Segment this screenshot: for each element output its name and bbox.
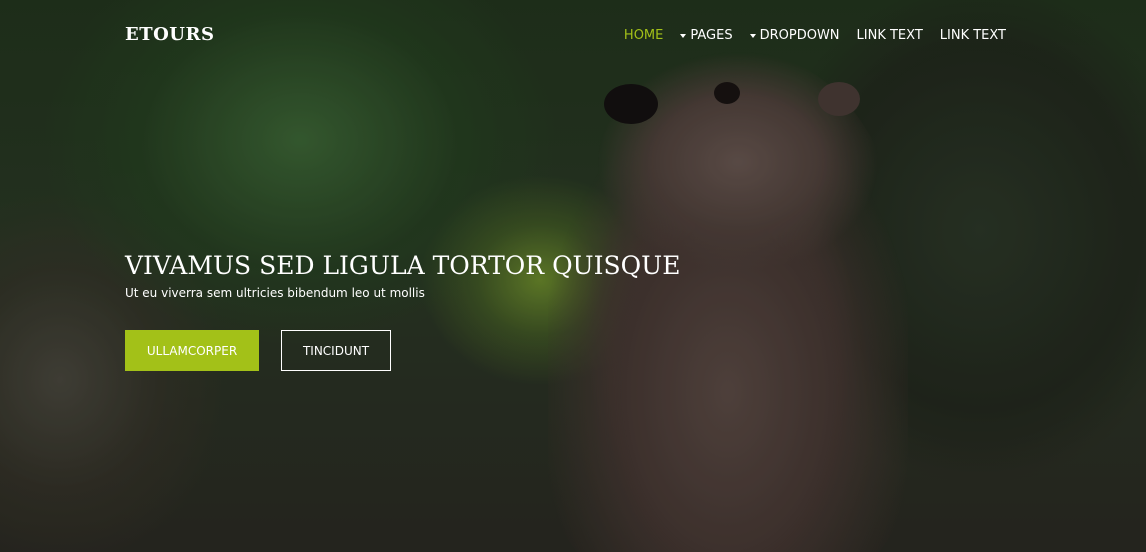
nav-home-label: HOME [623,28,664,43]
main-nav: HOME PAGES DROPDOWN LINK TEXT LINK TEXT [624,28,1006,43]
nav-link-text-1-label: LINK TEXT [856,28,923,43]
nav-home[interactable]: HOME [624,28,663,43]
hero-title: VIVAMUS SED LIGULA TORTOR QUISQUE [125,251,681,280]
ullamcorper-button[interactable]: ULLAMCORPER [125,330,259,371]
nav-pages[interactable]: PAGES [680,28,733,43]
nav-dropdown-label: DROPDOWN [759,28,840,43]
navbar: ETOURS HOME PAGES DROPDOWN LINK TEXT LIN… [0,0,1146,72]
hero-subtitle: Ut eu viverra sem ultricies bibendum leo… [125,286,425,300]
nav-dropdown[interactable]: DROPDOWN [749,28,840,43]
nav-pages-label: PAGES [690,28,733,43]
nav-link-text-2[interactable]: LINK TEXT [940,28,1006,43]
nav-link-text-1[interactable]: LINK TEXT [857,28,923,43]
nav-link-text-2-label: LINK TEXT [939,28,1006,43]
caret-down-icon [680,34,687,38]
brand-logo[interactable]: ETOURS [125,24,214,45]
hero-banner: ETOURS HOME PAGES DROPDOWN LINK TEXT LIN… [0,0,1146,552]
caret-down-icon [749,34,756,38]
tincidunt-button[interactable]: TINCIDUNT [281,330,391,371]
